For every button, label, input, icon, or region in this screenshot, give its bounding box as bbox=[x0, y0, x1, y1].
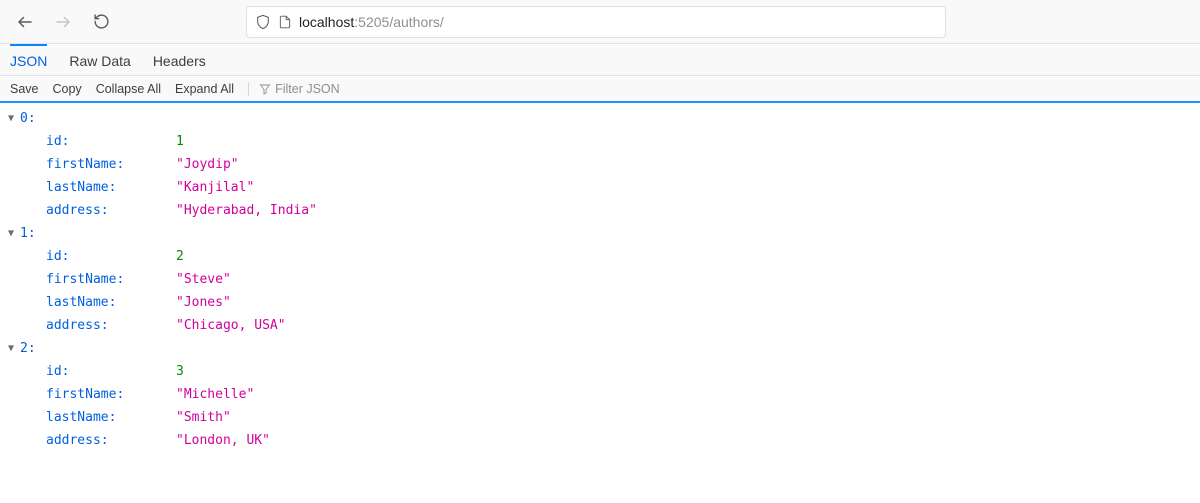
json-value-string: "Smith" bbox=[176, 406, 231, 429]
json-value-number: 1 bbox=[176, 130, 184, 153]
tab-json[interactable]: JSON bbox=[10, 44, 47, 75]
copy-button[interactable]: Copy bbox=[53, 82, 82, 96]
reload-icon bbox=[93, 13, 110, 30]
json-row[interactable]: firstName:"Steve" bbox=[8, 268, 1192, 291]
funnel-icon bbox=[259, 83, 271, 95]
json-row[interactable]: firstName:"Joydip" bbox=[8, 153, 1192, 176]
json-row[interactable]: firstName:"Michelle" bbox=[8, 383, 1192, 406]
json-key: firstName bbox=[46, 157, 116, 172]
json-index: 2: bbox=[20, 337, 36, 360]
json-viewer: ▼0: id:1 firstName:"Joydip" lastName:"Ka… bbox=[0, 101, 1200, 460]
collapse-all-button[interactable]: Collapse All bbox=[96, 82, 161, 96]
viewer-tabs: JSON Raw Data Headers bbox=[0, 44, 1200, 76]
json-value-string: "Jones" bbox=[176, 291, 231, 314]
back-button[interactable] bbox=[8, 6, 42, 38]
json-array-item[interactable]: ▼1: bbox=[8, 222, 1192, 245]
shield-icon bbox=[255, 14, 271, 30]
tab-headers[interactable]: Headers bbox=[153, 44, 206, 75]
json-array-item[interactable]: ▼2: bbox=[8, 337, 1192, 360]
expand-toggle-icon[interactable]: ▼ bbox=[8, 337, 20, 360]
json-key: address bbox=[46, 433, 101, 448]
json-value-string: "Chicago, USA" bbox=[176, 314, 286, 337]
save-button[interactable]: Save bbox=[10, 82, 39, 96]
json-value-string: "Kanjilal" bbox=[176, 176, 254, 199]
json-key: address bbox=[46, 203, 101, 218]
forward-button[interactable] bbox=[46, 6, 80, 38]
json-value-string: "Steve" bbox=[176, 268, 231, 291]
json-value-number: 3 bbox=[176, 360, 184, 383]
filter-input[interactable] bbox=[275, 82, 395, 96]
arrow-left-icon bbox=[16, 13, 34, 31]
json-key: id bbox=[46, 249, 62, 264]
expand-all-button[interactable]: Expand All bbox=[175, 82, 234, 96]
json-value-string: "Hyderabad, India" bbox=[176, 199, 317, 222]
json-key: lastName bbox=[46, 410, 109, 425]
url-text: localhost:5205/authors/ bbox=[299, 14, 444, 30]
json-row[interactable]: address:"Chicago, USA" bbox=[8, 314, 1192, 337]
json-index: 0: bbox=[20, 107, 36, 130]
reload-button[interactable] bbox=[84, 6, 118, 38]
json-key: lastName bbox=[46, 295, 109, 310]
tab-raw-data[interactable]: Raw Data bbox=[69, 44, 130, 75]
json-row[interactable]: address:"Hyderabad, India" bbox=[8, 199, 1192, 222]
json-row[interactable]: address:"London, UK" bbox=[8, 429, 1192, 452]
json-row[interactable]: id:2 bbox=[8, 245, 1192, 268]
url-port: :5205 bbox=[354, 14, 389, 30]
json-toolbar: Save Copy Collapse All Expand All bbox=[0, 76, 1200, 102]
url-bar[interactable]: localhost:5205/authors/ bbox=[246, 6, 946, 38]
json-row[interactable]: id:3 bbox=[8, 360, 1192, 383]
url-host: localhost bbox=[299, 14, 354, 30]
json-key: firstName bbox=[46, 272, 116, 287]
json-row[interactable]: lastName:"Jones" bbox=[8, 291, 1192, 314]
json-key: id bbox=[46, 134, 62, 149]
url-path: /authors/ bbox=[389, 14, 443, 30]
json-value-string: "London, UK" bbox=[176, 429, 270, 452]
expand-toggle-icon[interactable]: ▼ bbox=[8, 222, 20, 245]
json-row[interactable]: id:1 bbox=[8, 130, 1192, 153]
json-row[interactable]: lastName:"Kanjilal" bbox=[8, 176, 1192, 199]
json-value-string: "Michelle" bbox=[176, 383, 254, 406]
json-value-number: 2 bbox=[176, 245, 184, 268]
page-icon bbox=[277, 14, 293, 30]
json-key: lastName bbox=[46, 180, 109, 195]
json-array-item[interactable]: ▼0: bbox=[8, 107, 1192, 130]
json-index: 1: bbox=[20, 222, 36, 245]
filter-wrap bbox=[248, 82, 395, 96]
json-value-string: "Joydip" bbox=[176, 153, 239, 176]
expand-toggle-icon[interactable]: ▼ bbox=[8, 107, 20, 130]
json-key: firstName bbox=[46, 387, 116, 402]
json-key: address bbox=[46, 318, 101, 333]
json-row[interactable]: lastName:"Smith" bbox=[8, 406, 1192, 429]
browser-navbar: localhost:5205/authors/ bbox=[0, 0, 1200, 44]
json-key: id bbox=[46, 364, 62, 379]
arrow-right-icon bbox=[54, 13, 72, 31]
